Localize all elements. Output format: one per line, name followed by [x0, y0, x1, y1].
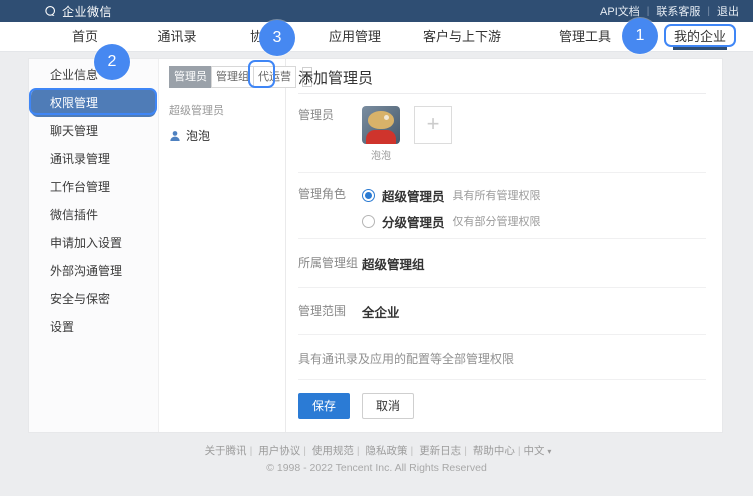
admin-picker: 泡泡 +: [362, 106, 452, 162]
add-admin-form: 添加管理员 管理员 泡泡 + 管理角色 超级管: [286, 59, 722, 432]
nav-item-customers[interactable]: 客户与上下游: [423, 22, 501, 52]
role-option-note: 具有所有管理权限: [453, 187, 541, 203]
admin-avatar-name: 泡泡: [362, 147, 400, 162]
nav-item-contacts[interactable]: 通讯录: [157, 22, 196, 52]
cancel-button[interactable]: 取消: [362, 393, 414, 419]
page-title: 添加管理员: [298, 59, 706, 94]
sidebar-item-security[interactable]: 安全与保密: [29, 285, 158, 313]
role-section: 管理角色 超级管理员 具有所有管理权限 分级管理员 仅有部分管理权限: [298, 173, 706, 239]
separator: |: [707, 6, 710, 17]
footer-link-usage-rules[interactable]: 使用规范: [312, 445, 354, 457]
chevron-down-icon: ▾: [547, 447, 551, 456]
logout-link[interactable]: 退出: [717, 3, 739, 19]
sidebar-item-chat-management[interactable]: 聊天管理: [29, 117, 158, 145]
role-option-name: 分级管理员: [382, 212, 445, 231]
language-label: 中文: [524, 445, 545, 457]
language-selector[interactable]: 中文 ▾: [524, 445, 552, 457]
role-option-note: 仅有部分管理权限: [453, 213, 541, 229]
person-icon: [169, 130, 181, 142]
footer-link-privacy[interactable]: 隐私政策: [366, 445, 408, 457]
separator: |: [357, 445, 360, 457]
role-option-name: 超级管理员: [382, 186, 445, 205]
role-options: 超级管理员 具有所有管理权限 分级管理员 仅有部分管理权限: [362, 185, 541, 231]
role-option-super-admin[interactable]: 超级管理员 具有所有管理权限: [362, 185, 541, 205]
sidebar-item-wechat-plugin[interactable]: 微信插件: [29, 201, 158, 229]
topbar-links: API文档 | 联系客服 | 退出: [600, 3, 739, 19]
nav-item-home[interactable]: 首页: [72, 22, 98, 52]
footer-link-user-agreement[interactable]: 用户协议: [258, 445, 300, 457]
avatar-hat-dot: [384, 115, 389, 120]
tab-admin-groups[interactable]: 管理组: [211, 66, 254, 88]
add-member-button[interactable]: +: [414, 106, 452, 144]
permission-note: 具有通讯录及应用的配置等全部管理权限: [298, 335, 706, 380]
group-field-value: 超级管理组: [362, 254, 425, 273]
footer-link-about[interactable]: 关于腾讯: [205, 445, 247, 457]
separator: |: [250, 445, 253, 457]
sidebar-item-settings[interactable]: 设置: [29, 313, 158, 341]
radio-unchecked-icon[interactable]: [362, 215, 375, 228]
admin-group-section: 所属管理组 超级管理组: [298, 239, 706, 288]
page-footer: 关于腾讯| 用户协议| 使用规范| 隐私政策| 更新日志| 帮助中心| 中文 ▾…: [0, 443, 753, 474]
admin-member-item[interactable]: 泡泡: [169, 127, 285, 144]
selected-admin[interactable]: 泡泡: [362, 106, 400, 162]
scope-field-label: 管理范围: [298, 302, 362, 321]
footer-link-help-center[interactable]: 帮助中心: [473, 445, 515, 457]
nav-item-admin-tools[interactable]: 管理工具: [559, 22, 611, 52]
save-button[interactable]: 保存: [298, 393, 350, 419]
nav-item-app-management[interactable]: 应用管理: [329, 22, 381, 52]
form-actions: 保存 取消: [298, 380, 706, 432]
separator: |: [518, 445, 521, 457]
tab-administrators[interactable]: 管理员: [169, 66, 212, 88]
active-nav-underline: [673, 47, 727, 50]
app-title: 企业微信: [62, 3, 112, 20]
scope-section: 管理范围 全企业: [298, 288, 706, 335]
separator: |: [411, 445, 414, 457]
app-logo: 企业微信: [44, 3, 112, 20]
sidebar-item-external-comm[interactable]: 外部沟通管理: [29, 257, 158, 285]
sidebar-item-workbench-management[interactable]: 工作台管理: [29, 173, 158, 201]
admin-avatar: [362, 106, 400, 144]
separator: |: [647, 6, 650, 17]
admin-group-label: 超级管理员: [169, 102, 285, 118]
contact-support-link[interactable]: 联系客服: [656, 3, 700, 19]
separator: |: [303, 445, 306, 457]
avatar-shirt-shape: [366, 130, 396, 144]
scope-field-value: 全企业: [362, 302, 400, 321]
sidebar-item-join-settings[interactable]: 申请加入设置: [29, 229, 158, 257]
annotation-badge-3: 3: [259, 20, 295, 56]
admin-field-label: 管理员: [298, 106, 362, 162]
role-field-label: 管理角色: [298, 185, 362, 231]
radio-checked-icon[interactable]: [362, 189, 375, 202]
admin-member-name: 泡泡: [186, 127, 210, 144]
annotation-badge-2: 2: [94, 44, 130, 80]
avatar-hat-shape: [368, 111, 394, 129]
group-field-label: 所属管理组: [298, 254, 362, 273]
admins-column: 管理员 管理组 代运营 + 超级管理员 泡泡: [159, 59, 286, 432]
wework-bubble-icon: [44, 5, 57, 18]
sidebar-item-permission-management[interactable]: 权限管理: [31, 89, 156, 117]
admin-picker-section: 管理员 泡泡 +: [298, 94, 706, 173]
settings-card: 企业信息 权限管理 聊天管理 通讯录管理 工作台管理 微信插件 申请加入设置 外…: [28, 58, 723, 433]
admin-type-tabs: 管理员 管理组 代运营 +: [169, 66, 285, 88]
annotation-badge-1: 1: [622, 18, 658, 54]
settings-sidebar: 企业信息 权限管理 聊天管理 通讯录管理 工作台管理 微信插件 申请加入设置 外…: [29, 59, 159, 432]
footer-links: 关于腾讯| 用户协议| 使用规范| 隐私政策| 更新日志| 帮助中心| 中文 ▾: [0, 443, 753, 458]
footer-link-changelog[interactable]: 更新日志: [419, 445, 461, 457]
sidebar-item-contacts-management[interactable]: 通讯录管理: [29, 145, 158, 173]
role-option-sub-admin[interactable]: 分级管理员 仅有部分管理权限: [362, 211, 541, 231]
copyright-text: © 1998 - 2022 Tencent Inc. All Rights Re…: [0, 462, 753, 474]
separator: |: [464, 445, 467, 457]
api-docs-link[interactable]: API文档: [600, 3, 640, 19]
